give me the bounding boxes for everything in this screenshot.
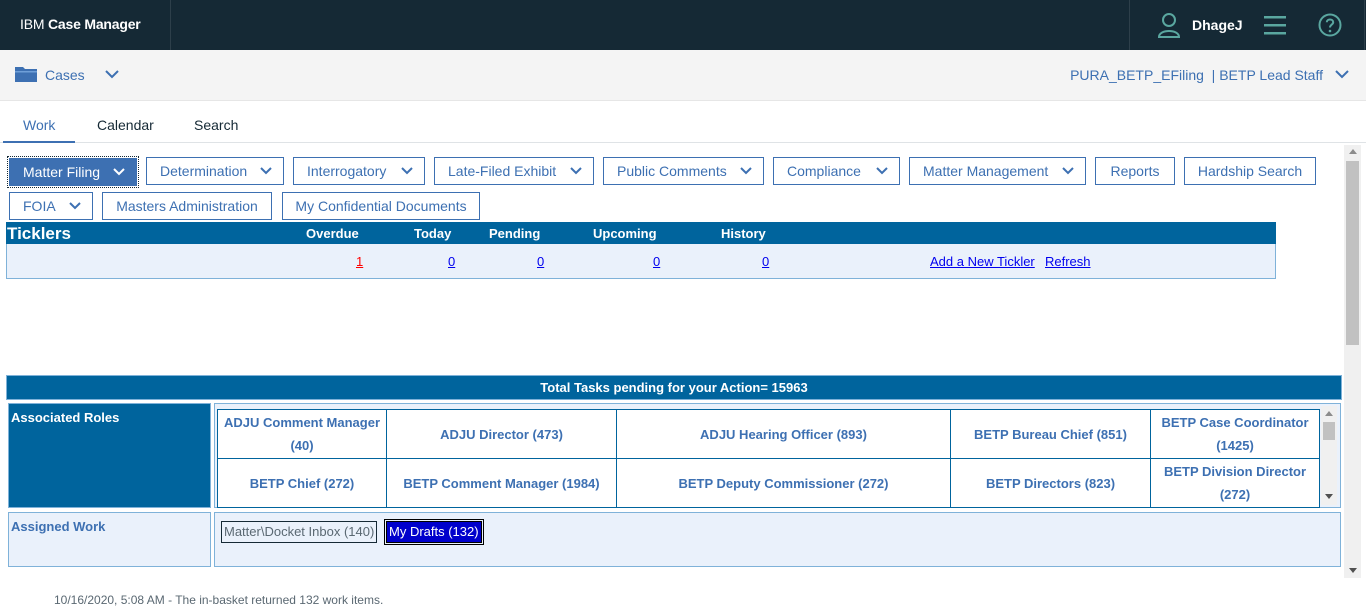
- matter-management-label: Matter Management: [923, 163, 1049, 179]
- chevron-down-icon: [740, 167, 752, 175]
- role-button[interactable]: BETP Case Coordinator (1425): [1150, 409, 1320, 459]
- determination-label: Determination: [160, 163, 248, 179]
- matter-filing-menu[interactable]: Matter Filing: [7, 156, 139, 188]
- scroll-up-icon[interactable]: [1325, 411, 1333, 416]
- cases-menu[interactable]: Cases: [45, 67, 85, 83]
- role-button[interactable]: ADJU Comment Manager (40): [217, 409, 387, 459]
- scroll-thumb[interactable]: [1323, 422, 1335, 440]
- tab-selected-indicator: [3, 141, 75, 143]
- reports-button[interactable]: Reports: [1095, 157, 1175, 185]
- chevron-down-icon: [876, 167, 888, 175]
- role-button[interactable]: BETP Directors (823): [950, 458, 1151, 508]
- associated-roles-label: Associated Roles: [8, 403, 211, 508]
- compliance-label: Compliance: [787, 163, 861, 179]
- role-button[interactable]: BETP Division Director (272): [1150, 458, 1320, 508]
- header-divider: [1129, 0, 1130, 50]
- chevron-down-icon: [69, 202, 81, 210]
- user-icon[interactable]: [1158, 12, 1180, 38]
- user-name[interactable]: DhageJ: [1192, 17, 1243, 33]
- chevron-down-icon: [1062, 167, 1074, 175]
- my-confidential-documents-button[interactable]: My Confidential Documents: [282, 192, 480, 220]
- late-filed-exhibit-label: Late-Filed Exhibit: [448, 163, 557, 179]
- add-new-tickler-link[interactable]: Add a New Tickler: [930, 254, 1035, 269]
- chevron-down-icon[interactable]: [1334, 67, 1350, 81]
- tab-search[interactable]: Search: [194, 117, 238, 133]
- header-divider: [170, 0, 171, 50]
- refresh-link[interactable]: Refresh: [1045, 254, 1091, 269]
- late-filed-exhibit-menu[interactable]: Late-Filed Exhibit: [434, 157, 594, 185]
- public-comments-label: Public Comments: [617, 163, 727, 179]
- assigned-work-label: Assigned Work: [8, 512, 211, 567]
- masters-administration-button[interactable]: Masters Administration: [102, 192, 272, 220]
- chevron-down-icon: [570, 167, 582, 175]
- roles-scrollbar[interactable]: [1321, 406, 1337, 505]
- page-scrollbar[interactable]: [1344, 145, 1361, 578]
- ticklers-title: Ticklers: [7, 224, 71, 243]
- interrogatory-menu[interactable]: Interrogatory: [293, 157, 425, 185]
- hamburger-menu-icon[interactable]: [1263, 14, 1287, 36]
- folder-icon[interactable]: [15, 66, 37, 82]
- ticklers-col-overdue: Overdue: [306, 226, 359, 241]
- my-drafts-button[interactable]: My Drafts (132): [384, 519, 484, 545]
- chevron-down-icon: [113, 168, 125, 176]
- header-divider: [1364, 0, 1365, 50]
- ticklers-history-count[interactable]: 0: [762, 254, 769, 269]
- tab-calendar[interactable]: Calendar: [97, 117, 154, 133]
- scroll-down-icon[interactable]: [1349, 568, 1357, 573]
- matter-filing-label: Matter Filing: [23, 164, 101, 180]
- tab-work[interactable]: Work: [23, 117, 55, 133]
- ticklers-pending-count[interactable]: 0: [537, 254, 544, 269]
- matter-management-menu[interactable]: Matter Management: [909, 157, 1086, 185]
- docket-inbox-button[interactable]: Matter\Docket Inbox (140): [221, 521, 378, 543]
- hardship-search-button[interactable]: Hardship Search: [1184, 157, 1316, 185]
- role-button[interactable]: BETP Deputy Commissioner (272): [616, 458, 951, 508]
- scroll-up-icon[interactable]: [1349, 149, 1357, 154]
- assigned-work-panel: [214, 512, 1341, 567]
- chevron-down-icon: [260, 167, 272, 175]
- scroll-thumb[interactable]: [1346, 161, 1359, 345]
- ticklers-upcoming-count[interactable]: 0: [653, 254, 660, 269]
- scroll-down-icon[interactable]: [1325, 494, 1333, 499]
- ticklers-col-pending: Pending: [489, 226, 541, 241]
- total-tasks-header: Total Tasks pending for your Action= 159…: [6, 375, 1342, 400]
- ticklers-col-history: History: [721, 226, 766, 241]
- role-button[interactable]: ADJU Hearing Officer (893): [616, 409, 951, 459]
- role-button[interactable]: ADJU Director (473): [386, 409, 617, 459]
- compliance-menu[interactable]: Compliance: [773, 157, 900, 185]
- help-icon[interactable]: [1318, 13, 1342, 37]
- role-button[interactable]: BETP Chief (272): [217, 458, 387, 508]
- public-comments-menu[interactable]: Public Comments: [603, 157, 764, 185]
- chevron-down-icon: [401, 167, 413, 175]
- solution-role-selector[interactable]: PURA_BETP_EFiling | BETP Lead Staff: [1070, 67, 1323, 83]
- foia-menu[interactable]: FOIA: [9, 192, 93, 220]
- tab-divider: [0, 142, 1366, 143]
- role-button[interactable]: BETP Comment Manager (1984): [386, 458, 617, 508]
- ticklers-col-upcoming: Upcoming: [593, 226, 657, 241]
- ticklers-col-today: Today: [414, 226, 452, 241]
- app-brand: IBM Case Manager: [20, 16, 141, 32]
- interrogatory-label: Interrogatory: [307, 163, 387, 179]
- role-button[interactable]: BETP Bureau Chief (851): [950, 409, 1151, 459]
- ticklers-today-count[interactable]: 0: [448, 254, 455, 269]
- determination-menu[interactable]: Determination: [146, 157, 284, 185]
- foia-label: FOIA: [23, 198, 56, 214]
- chevron-down-icon[interactable]: [104, 67, 120, 81]
- ticklers-overdue-count[interactable]: 1: [356, 254, 363, 269]
- status-message: 10/16/2020, 5:08 AM - The in-basket retu…: [54, 593, 384, 607]
